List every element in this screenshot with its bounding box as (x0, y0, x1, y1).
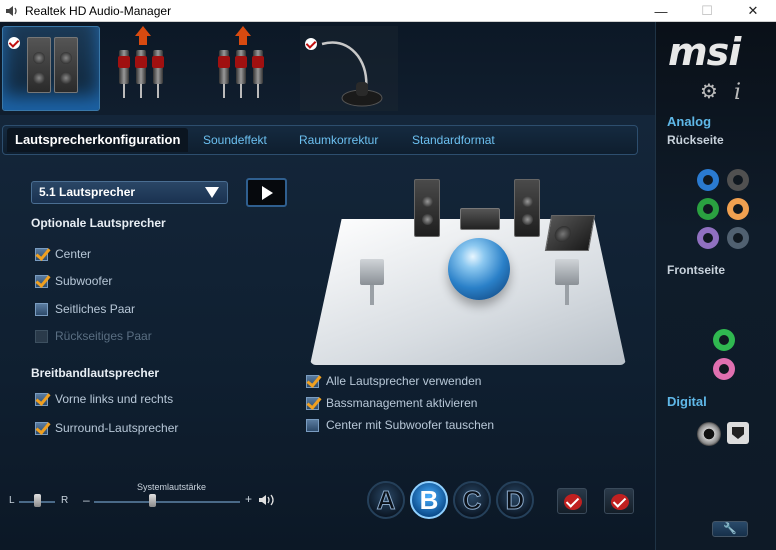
profile-a-button[interactable]: A (367, 481, 405, 519)
checkbox-box[interactable] (306, 374, 319, 388)
fullrange-speakers-heading: Breitbandlautsprecher (31, 366, 160, 380)
bass-management-checkbox[interactable]: Bassmanagement aktivieren (306, 396, 477, 410)
msi-logo: msi (668, 30, 741, 74)
speaker-config-value: 5.1 Lautsprecher (39, 185, 136, 199)
checkbox-label: Center mit Subwoofer tauschen (326, 418, 495, 432)
tab-speaker-config[interactable]: Lautsprecherkonfiguration (7, 128, 189, 152)
gear-icon[interactable]: ⚙ (700, 82, 720, 102)
brand-sidebar: msi ⚙ i Analog Rückseite Frontseite Digi… (655, 22, 776, 550)
device-tab-line-in[interactable] (118, 26, 188, 111)
volume-up-label: + (245, 492, 253, 506)
balance-left-label: L (9, 495, 15, 506)
subwoofer-checkbox[interactable]: Subwoofer (35, 274, 112, 288)
surround-checkbox[interactable]: Surround-Lautsprecher (35, 421, 178, 435)
system-volume-label: Systemlautstärke (137, 482, 207, 492)
front-label: Frontseite (667, 263, 726, 277)
front-right-speaker-icon[interactable] (514, 179, 540, 237)
checkbox-label: Bassmanagement aktivieren (326, 396, 478, 410)
front-left-right-checkbox[interactable]: Vorne links und rechts (35, 392, 173, 406)
coaxial-output-icon[interactable] (697, 422, 721, 446)
wrench-icon[interactable]: 🔧 (712, 521, 748, 537)
checkbox-label: Seitliches Paar (55, 302, 136, 316)
rear-right-speaker-icon[interactable] (555, 259, 579, 305)
microphone-icon (321, 41, 383, 107)
checkbox-label: Center (55, 247, 92, 261)
window-title: Realtek HD Audio-Manager (25, 3, 172, 18)
device-tab-speakers[interactable] (2, 26, 100, 111)
rear-jack-purple[interactable] (697, 227, 719, 249)
speaker-config-select[interactable]: 5.1 Lautsprecher (31, 181, 228, 204)
check-icon (564, 494, 582, 510)
balance-right-label: R (61, 495, 69, 506)
checkbox-label: Subwoofer (55, 274, 113, 288)
tab-default-format[interactable]: Standardformat (412, 126, 495, 154)
listener-sphere-icon (448, 238, 510, 300)
checkbox-label: Vorne links und rechts (55, 392, 174, 406)
main-panel: Lautsprecherkonfiguration Soundeffekt Ra… (0, 115, 655, 550)
tab-bar: Lautsprecherkonfiguration Soundeffekt Ra… (2, 125, 638, 155)
front-left-speaker-icon[interactable] (414, 179, 440, 237)
checkbox-box[interactable] (35, 421, 48, 435)
checkbox-label: Rückseitiges Paar (55, 329, 152, 343)
edit-profile-button[interactable] (604, 488, 634, 514)
volume-down-label: – (83, 493, 90, 507)
checkbox-label: Alle Lautsprecher verwenden (326, 374, 482, 388)
speakers-icon (27, 37, 78, 93)
swap-center-subwoofer-checkbox[interactable]: Center mit Subwoofer tauschen (306, 418, 494, 432)
front-jack-pink[interactable] (713, 358, 735, 380)
profile-b-button[interactable]: B (410, 481, 448, 519)
volume-slider[interactable] (149, 494, 157, 507)
info-icon[interactable]: i (734, 80, 741, 105)
volume-track[interactable] (94, 501, 240, 503)
rear-label: Rückseite (667, 133, 724, 147)
checkbox-label: Surround-Lautsprecher (55, 421, 179, 435)
rear-jack-blue[interactable] (697, 169, 719, 191)
tab-room-correction[interactable]: Raumkorrektur (299, 126, 378, 154)
rear-left-speaker-icon[interactable] (360, 259, 384, 305)
checkbox-box (35, 329, 48, 343)
device-tab-line-in-2[interactable] (218, 26, 288, 111)
default-device-check-icon (8, 37, 20, 49)
close-button[interactable]: ✕ (730, 0, 776, 22)
digital-label: Digital (667, 394, 707, 409)
tab-sound-effects[interactable]: Soundeffekt (203, 126, 267, 154)
rear-jack-green[interactable] (697, 198, 719, 220)
maximize-button[interactable]: ☐ (684, 0, 730, 22)
apply-profile-button[interactable] (557, 488, 587, 514)
rear-pair-checkbox: Rückseitiges Paar (35, 329, 152, 343)
checkbox-box[interactable] (35, 274, 48, 288)
rca-plug-icon (218, 36, 264, 102)
rear-jack-orange[interactable] (727, 198, 749, 220)
title-bar: Realtek HD Audio-Manager — ☐ ✕ (0, 0, 776, 22)
dropdown-arrow-icon (205, 187, 219, 198)
profile-c-button[interactable]: C (453, 481, 491, 519)
optical-output-icon[interactable] (727, 422, 749, 444)
side-pair-checkbox[interactable]: Seitliches Paar (35, 302, 135, 316)
checkbox-box[interactable] (306, 396, 319, 410)
optional-speakers-heading: Optionale Lautsprecher (31, 216, 166, 230)
rear-jack-slate[interactable] (727, 227, 749, 249)
checkbox-box[interactable] (35, 302, 48, 316)
balance-slider[interactable] (34, 494, 41, 507)
device-strip (0, 22, 655, 115)
rca-plug-icon (118, 36, 164, 102)
device-tab-microphone[interactable] (300, 26, 398, 111)
profile-d-button[interactable]: D (496, 481, 534, 519)
center-speaker-icon[interactable] (460, 208, 500, 230)
check-edit-icon (611, 494, 629, 510)
play-test-button[interactable] (246, 178, 287, 207)
analog-label: Analog (667, 114, 712, 129)
use-all-speakers-checkbox[interactable]: Alle Lautsprecher verwenden (306, 374, 481, 388)
rear-jack-grey[interactable] (727, 169, 749, 191)
speaker-app-icon (6, 5, 17, 16)
front-jack-green[interactable] (713, 329, 735, 351)
subwoofer-icon[interactable] (544, 215, 596, 251)
speaker-volume-icon[interactable] (258, 493, 276, 507)
minimize-button[interactable]: — (638, 0, 684, 22)
checkbox-box[interactable] (35, 247, 48, 261)
center-checkbox[interactable]: Center (35, 247, 91, 261)
checkbox-box[interactable] (306, 418, 319, 432)
checkbox-box[interactable] (35, 392, 48, 406)
